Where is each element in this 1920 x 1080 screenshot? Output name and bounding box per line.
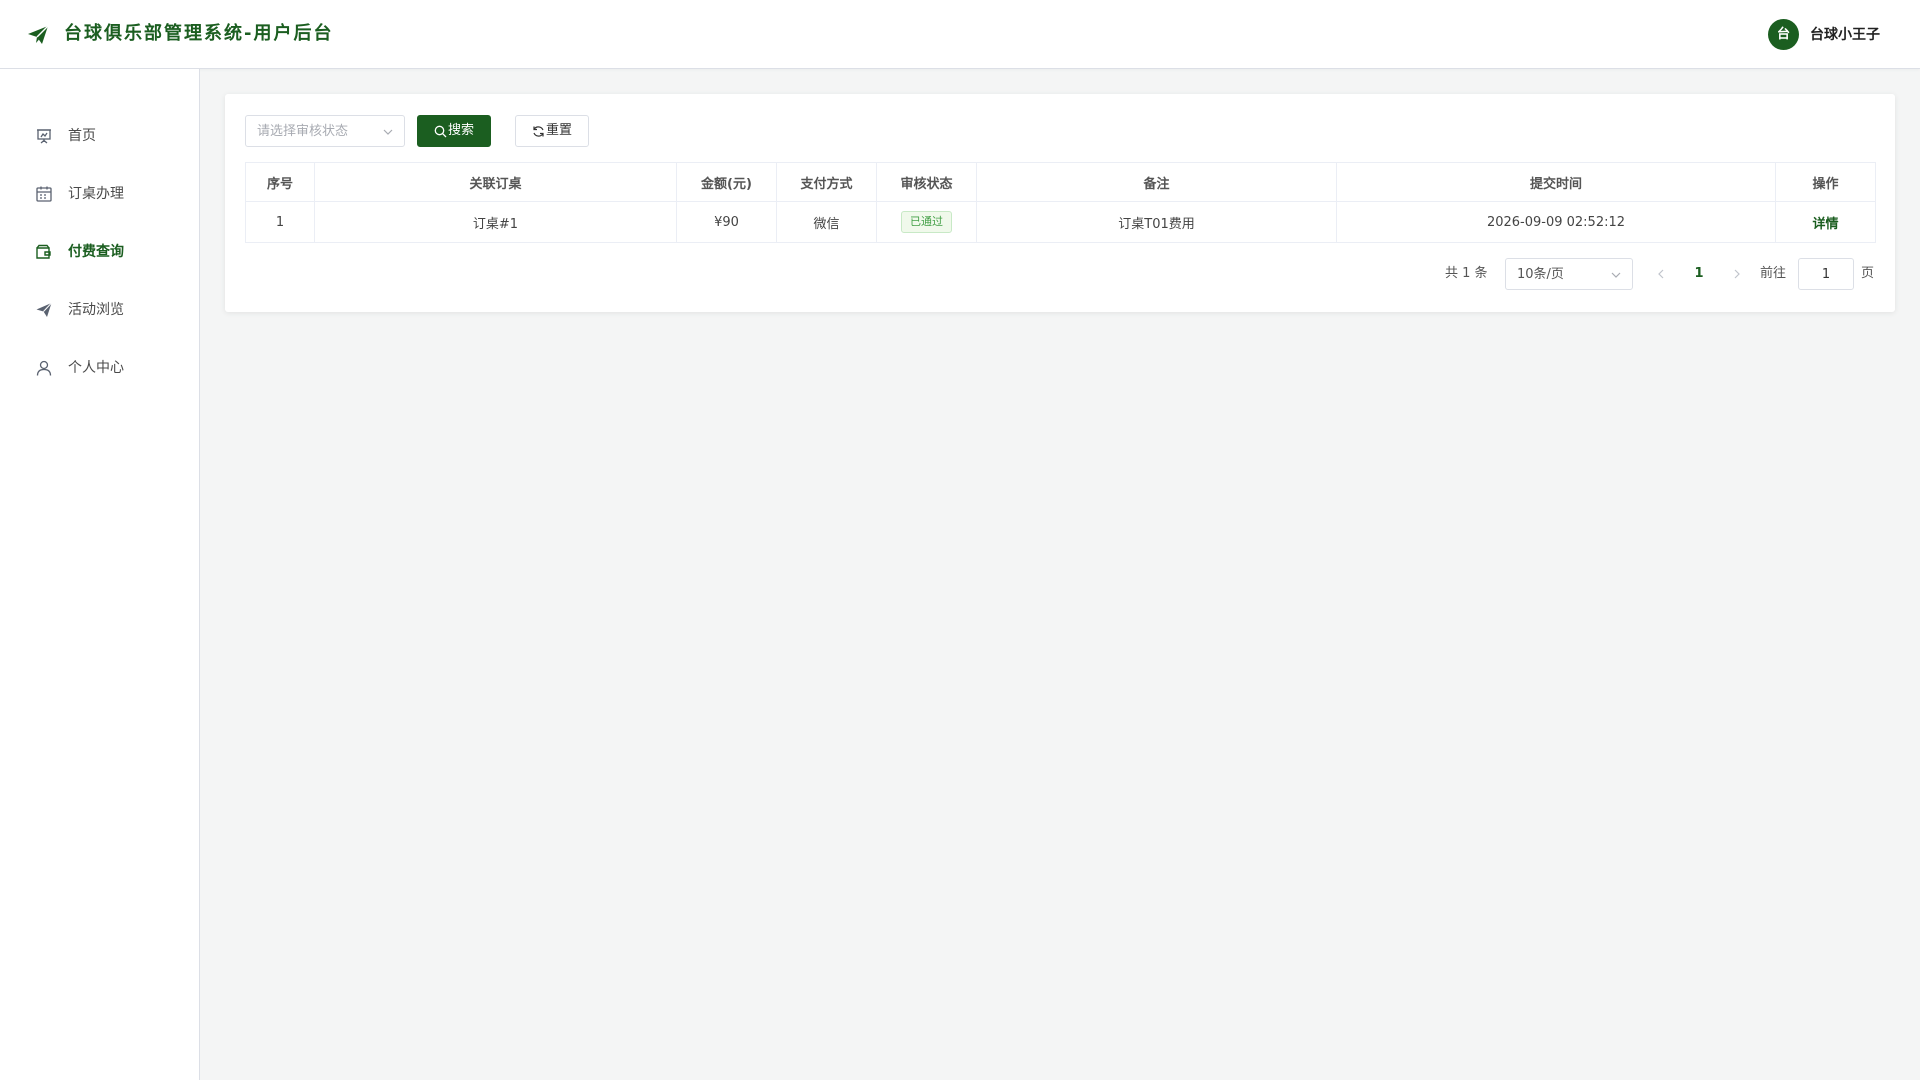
- pagination-goto-input[interactable]: [1798, 258, 1854, 290]
- sidebar-item-home[interactable]: 首页: [0, 116, 199, 156]
- user-icon: [36, 360, 52, 376]
- status-select-placeholder: 请选择审核状态: [257, 124, 349, 139]
- refresh-icon: [533, 126, 544, 137]
- reset-button-label: 重置: [546, 123, 573, 138]
- chevron-down-icon: [383, 129, 393, 135]
- sidebar-item-activities[interactable]: 活动浏览: [0, 290, 199, 330]
- pagination-page-current[interactable]: 1: [1687, 265, 1711, 283]
- sidebar-item-label: 首页: [68, 128, 96, 144]
- calendar-icon: [36, 186, 52, 202]
- payment-query-card: 请选择审核状态 搜索 重置 序号 关联订桌 金额(元) 支付方式 审核状态 备注…: [225, 94, 1895, 312]
- column-header-method: 支付方式: [776, 162, 877, 202]
- avatar[interactable]: 台: [1768, 19, 1799, 50]
- wallet-icon: [36, 244, 51, 259]
- payment-table: 序号 关联订桌 金额(元) 支付方式 审核状态 备注 提交时间 操作 1 订桌#…: [245, 162, 1876, 243]
- column-header-time: 提交时间: [1336, 162, 1776, 202]
- cell-remark: 订桌T01费用: [976, 201, 1337, 243]
- search-button-label: 搜索: [448, 123, 475, 138]
- username[interactable]: 台球小王子: [1810, 25, 1880, 45]
- chevron-down-icon: [1611, 272, 1621, 278]
- sidebar-item-booking[interactable]: 订桌办理: [0, 174, 199, 214]
- chevron-right-icon[interactable]: [1729, 265, 1745, 283]
- cell-time: 2026-09-09 02:52:12: [1336, 201, 1776, 243]
- page-size-value: 10条/页: [1517, 267, 1564, 282]
- status-select[interactable]: 请选择审核状态: [245, 115, 405, 147]
- column-header-amount: 金额(元): [676, 162, 777, 202]
- status-badge: 已通过: [901, 211, 952, 233]
- paper-plane-icon: [36, 302, 52, 317]
- sidebar-item-label: 订桌办理: [68, 186, 124, 202]
- page-size-select[interactable]: 10条/页: [1505, 258, 1633, 290]
- column-header-remark: 备注: [976, 162, 1337, 202]
- column-header-order: 关联订桌: [314, 162, 677, 202]
- pagination-total: 共 1 条: [1445, 266, 1488, 281]
- cell-amount: ¥90: [676, 201, 777, 243]
- sidebar: 首页 订桌办理 付费查询 活动浏览 个人中心: [0, 69, 200, 1080]
- column-header-index: 序号: [245, 162, 315, 202]
- presentation-board-icon: [37, 129, 51, 144]
- sidebar-item-label: 付费查询: [68, 244, 124, 260]
- sidebar-item-profile[interactable]: 个人中心: [0, 348, 199, 388]
- pagination-goto-label: 前往: [1760, 266, 1787, 281]
- chevron-left-icon[interactable]: [1653, 265, 1669, 283]
- column-header-action: 操作: [1775, 162, 1876, 202]
- table-row: 1 订桌#1 ¥90 微信 已通过 订桌T01费用 2026-09-09 02:…: [245, 201, 1876, 243]
- search-icon: [434, 125, 447, 138]
- sidebar-item-label: 活动浏览: [68, 302, 124, 318]
- cell-action: 详情: [1775, 201, 1876, 243]
- cell-status: 已通过: [876, 201, 977, 243]
- cell-index: 1: [245, 201, 315, 243]
- pagination-page-suffix: 页: [1861, 266, 1875, 281]
- cell-order: 订桌#1: [314, 201, 677, 243]
- detail-link[interactable]: 详情: [1812, 217, 1838, 232]
- search-button[interactable]: 搜索: [417, 115, 491, 147]
- top-header: 台球俱乐部管理系统-用户后台 台 台球小王子: [0, 0, 1920, 69]
- reset-button[interactable]: 重置: [515, 115, 589, 147]
- sidebar-item-payment[interactable]: 付费查询: [0, 232, 199, 272]
- app-title: 台球俱乐部管理系统-用户后台: [64, 23, 334, 44]
- column-header-status: 审核状态: [876, 162, 977, 202]
- sidebar-item-label: 个人中心: [68, 360, 124, 376]
- cell-method: 微信: [776, 201, 877, 243]
- paper-plane-icon: [28, 25, 49, 44]
- table-header-row: 序号 关联订桌 金额(元) 支付方式 审核状态 备注 提交时间 操作: [245, 162, 1876, 202]
